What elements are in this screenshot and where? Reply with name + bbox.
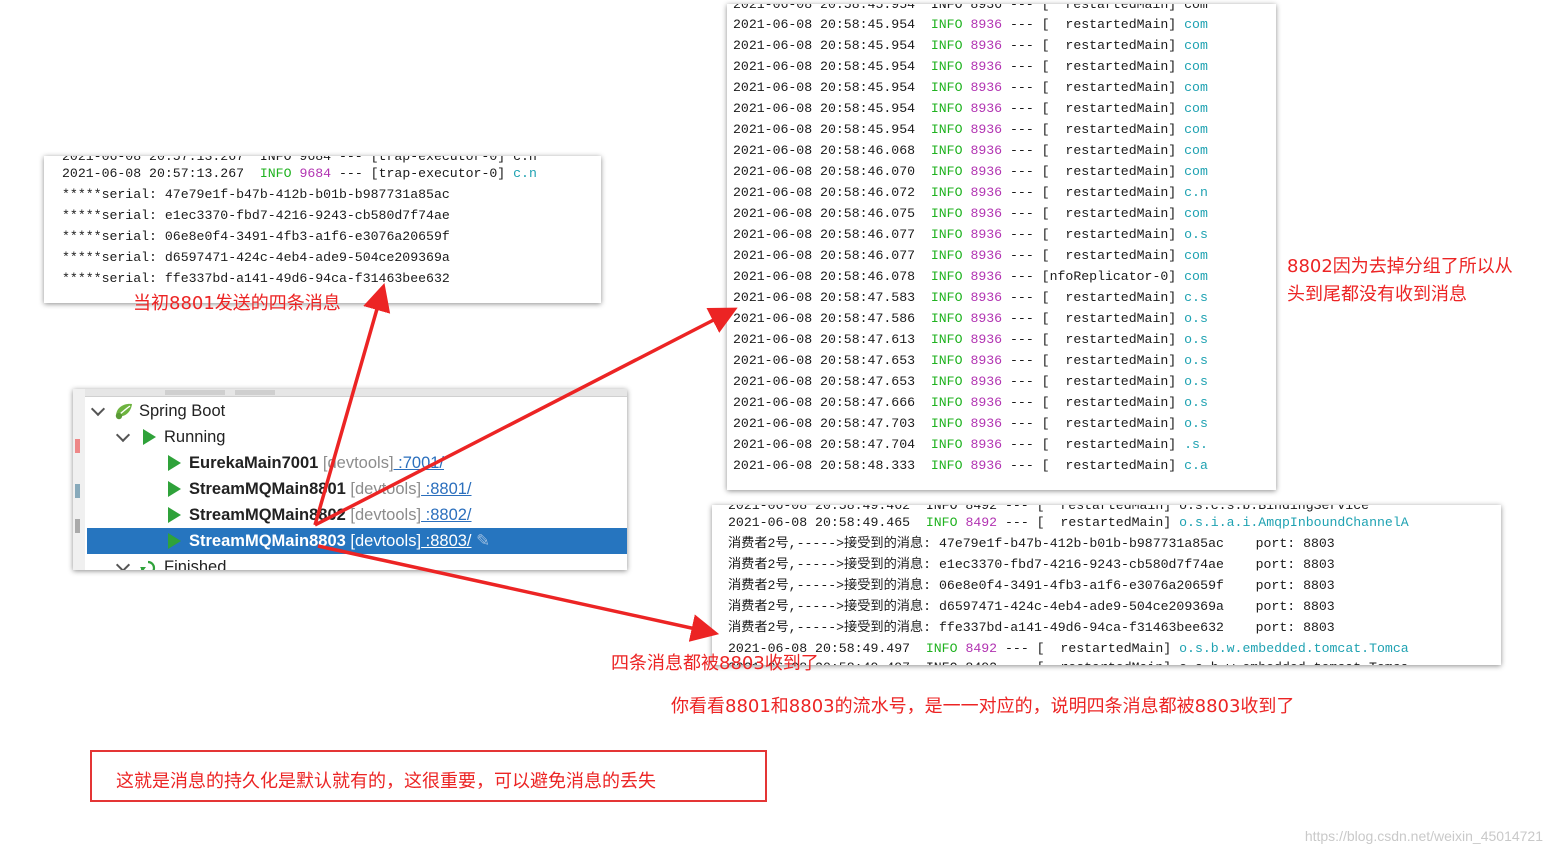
- watermark: https://blog.csdn.net/weixin_45014721: [1304, 828, 1543, 844]
- annotation-arrows: [313, 282, 738, 642]
- arrow-to-8801: [313, 282, 391, 526]
- arrow-to-8802: [314, 307, 738, 527]
- annotation-8803: 四条消息都被8803收到了: [611, 653, 819, 674]
- annotation-box: 这就是消息的持久化是默认就有的，这很重要，可以避免消息的丢失: [90, 750, 767, 802]
- annotation-persistence: 这就是消息的持久化是默认就有的，这很重要，可以避免消息的丢失: [116, 771, 656, 792]
- annotation-8801: 当初8801发送的四条消息: [133, 293, 341, 314]
- arrow-to-8803: [317, 544, 720, 642]
- annotation-8802: 8802因为去掉分组了所以从 头到尾都没有收到消息: [1287, 256, 1513, 305]
- annotation-serial-match: 你看看8801和8803的流水号，是一一对应的，说明四条消息都被8803收到了: [671, 696, 1295, 717]
